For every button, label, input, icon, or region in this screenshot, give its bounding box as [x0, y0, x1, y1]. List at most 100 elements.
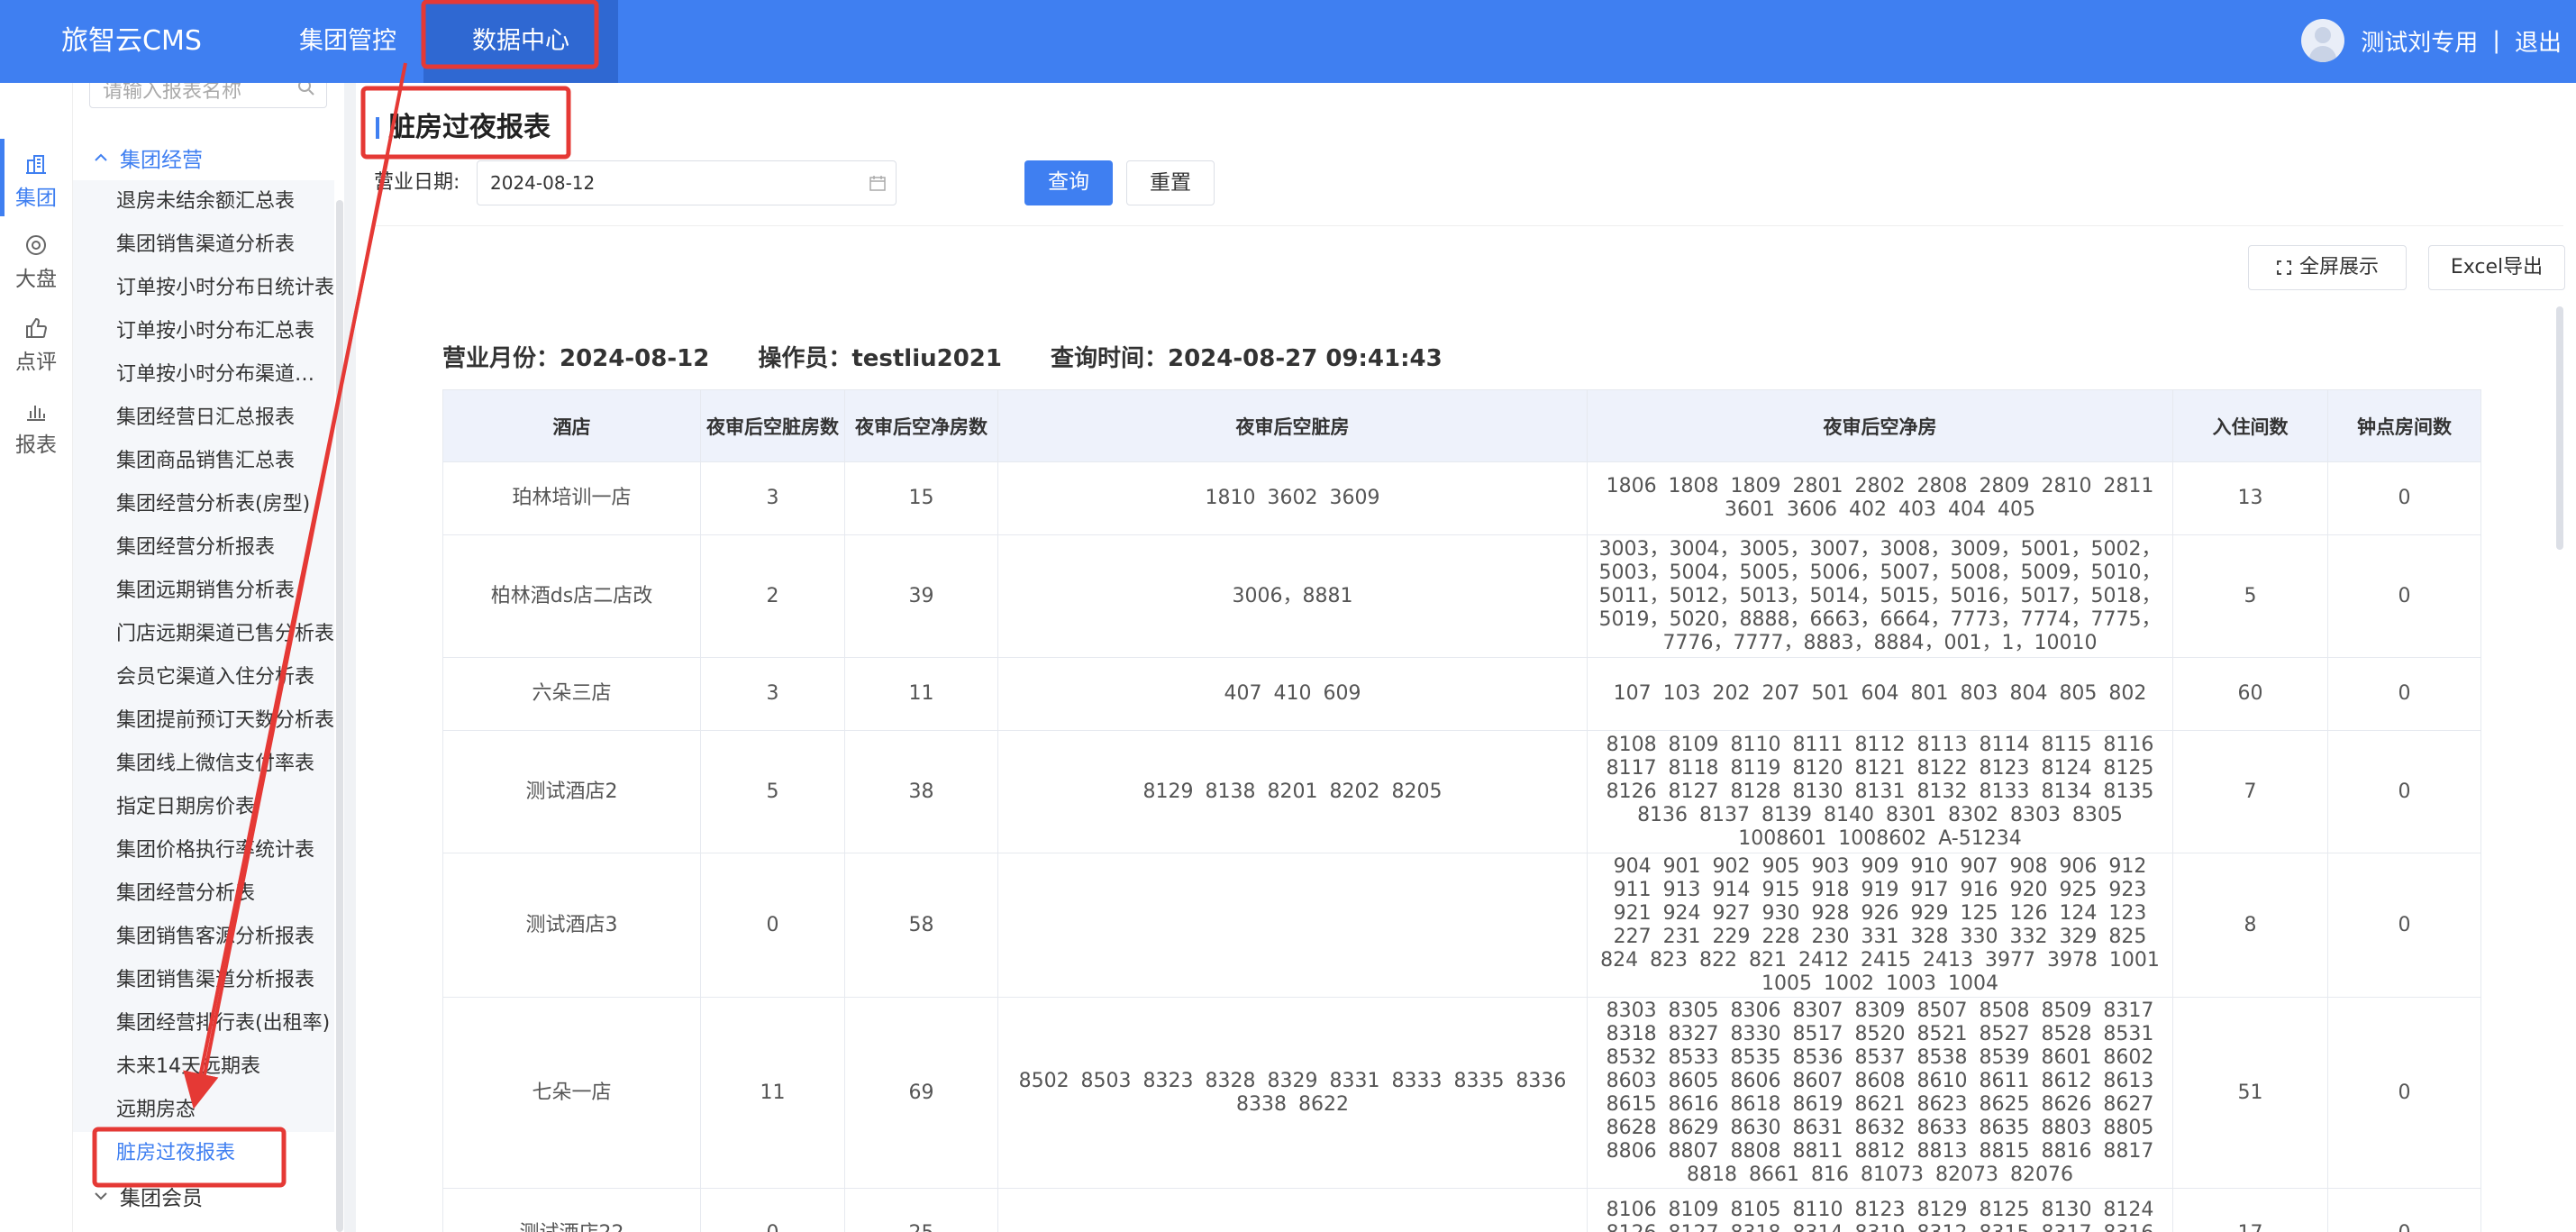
cell-hourly: 0: [2327, 853, 2481, 998]
business-date-input[interactable]: 2024-08-12: [477, 160, 897, 205]
menu-item[interactable]: 指定日期房价表: [73, 786, 334, 829]
menu-item[interactable]: 未来14天远期表: [73, 1045, 334, 1089]
meta-month: 营业月份：2024-08-12: [442, 345, 710, 372]
logout-link[interactable]: 退出: [2515, 24, 2562, 58]
menu-item[interactable]: 集团经营分析报表: [73, 526, 334, 570]
table-row: 七朵一店 11 69 8502 8503 8323 8328 8329 8331…: [442, 997, 2481, 1189]
menu-item[interactable]: 集团销售渠道分析表: [73, 224, 334, 267]
cell-dirty-rooms: 3006，8881: [997, 534, 1588, 658]
cell-clean-rooms: 8106 8109 8105 8110 8123 8129 8125 8130 …: [1587, 1188, 2173, 1232]
menu-group-label: 集团会员: [120, 1187, 203, 1210]
cell-clean-count: 38: [844, 730, 998, 853]
menu-item[interactable]: 集团价格执行率统计表: [73, 829, 334, 872]
menu-item[interactable]: 订单按小时分布渠道统计表: [73, 353, 334, 397]
menu-item[interactable]: 集团经营排行表(出租率): [73, 1002, 334, 1045]
menu-item[interactable]: 远期房态: [73, 1089, 334, 1132]
search-icon: [298, 83, 314, 96]
rail-item-group[interactable]: 集团: [0, 139, 72, 216]
content-scrollbar[interactable]: [2556, 306, 2563, 550]
col-dirty-count[interactable]: 夜审后空脏房数: [700, 389, 845, 462]
menu-item[interactable]: 门店远期渠道已售分析表: [73, 613, 334, 656]
menu-item[interactable]: 集团商品销售汇总表: [73, 440, 334, 483]
user-separator: |: [2492, 27, 2500, 54]
menu-item[interactable]: 集团线上微信支付率表: [73, 743, 334, 786]
rail-item-reports[interactable]: 报表: [0, 398, 72, 458]
cell-hourly: 0: [2327, 730, 2481, 853]
rail-label: 报表: [15, 433, 57, 457]
fullscreen-button[interactable]: 全屏展示: [2248, 245, 2407, 290]
menu-item[interactable]: 集团销售客源分析报表: [73, 916, 334, 959]
bar-chart-icon: [27, 406, 45, 421]
excel-export-button[interactable]: Excel导出: [2428, 245, 2565, 290]
nav-data-center[interactable]: 数据中心: [423, 0, 618, 83]
meta-query-time: 查询时间：2024-08-27 09:41:43: [1050, 345, 1443, 372]
rail-item-dashboard[interactable]: 大盘: [0, 233, 72, 292]
menu-item[interactable]: 集团经营分析表(房型): [73, 483, 334, 526]
cell-hotel: 七朵一店: [442, 997, 701, 1189]
report-search-input[interactable]: 请输入报表名称: [89, 83, 327, 108]
divider: [374, 225, 2563, 226]
cell-clean-count: 69: [844, 997, 998, 1189]
col-dirty-rooms[interactable]: 夜审后空脏房: [997, 389, 1588, 462]
chevron-up-icon: [95, 153, 107, 161]
cell-clean-count: 25: [844, 1188, 998, 1232]
user-name[interactable]: 测试刘专用: [2361, 24, 2478, 58]
cell-checkin: 7: [2172, 730, 2328, 853]
col-checkin[interactable]: 入住间数: [2172, 389, 2328, 462]
menu-scrollbar[interactable]: [336, 200, 343, 1232]
top-bar: 旅智云CMS 集团管控 数据中心 测试刘专用 | 退出: [0, 0, 2576, 83]
target-icon: [26, 235, 46, 255]
cell-clean-rooms: 3003，3004，3005，3007，3008，3009，5001，5002，…: [1587, 534, 2173, 658]
cell-hourly: 0: [2327, 534, 2481, 658]
menu-item[interactable]: 订单按小时分布日统计表: [73, 267, 334, 310]
menu-item[interactable]: 集团经营分析表: [73, 872, 334, 916]
cell-dirty-rooms: [997, 1188, 1588, 1232]
cell-clean-rooms: 1806 1808 1809 2801 2802 2808 2809 2810 …: [1587, 461, 2173, 535]
rail-item-reviews[interactable]: 点评: [0, 315, 72, 375]
nav-group-control[interactable]: 集团管控: [267, 0, 429, 83]
menu-item[interactable]: 会员它渠道入住分析表: [73, 656, 334, 699]
icon-rail: 集团 大盘 点评 报表: [0, 83, 72, 1232]
col-hotel[interactable]: 酒店: [442, 389, 701, 462]
menu-item-dirty-room-report[interactable]: 脏房过夜报表: [73, 1132, 334, 1175]
cell-checkin: 13: [2172, 461, 2328, 535]
cell-hourly: 0: [2327, 1188, 2481, 1232]
menu-item[interactable]: 集团远期销售分析表: [73, 570, 334, 613]
table-row: 测试酒店22 0 25 8106 8109 8105 8110 8123 812…: [442, 1188, 2481, 1232]
menu-group-members[interactable]: 集团会员: [93, 1181, 203, 1211]
page-title: 脏房过夜报表: [376, 110, 551, 146]
query-button[interactable]: 查询: [1024, 160, 1113, 205]
brand-logo[interactable]: 旅智云CMS: [61, 22, 202, 61]
cell-dirty-rooms: 1810 3602 3609: [997, 461, 1588, 535]
fullscreen-icon: [2277, 260, 2291, 275]
date-label: 营业日期:: [374, 171, 460, 194]
report-menu: 请输入报表名称 集团经营 退房未结余额汇总表 集团销售渠道分析表 订单按小时分布…: [72, 83, 344, 1232]
col-clean-count[interactable]: 夜审后空净房数: [844, 389, 998, 462]
avatar[interactable]: [2301, 19, 2345, 62]
cell-dirty-count: 0: [700, 853, 845, 998]
menu-item[interactable]: 订单按小时分布汇总表: [73, 310, 334, 353]
col-clean-rooms[interactable]: 夜审后空净房: [1587, 389, 2173, 462]
cell-dirty-count: 5: [700, 730, 845, 853]
report-table: 酒店 夜审后空脏房数 夜审后空净房数 夜审后空脏房 夜审后空净房 入住间数 钟点…: [442, 389, 2481, 1232]
cell-hotel: 柏林酒ds店二店改: [442, 534, 701, 658]
cell-clean-rooms: 8108 8109 8110 8111 8112 8113 8114 8115 …: [1587, 730, 2173, 853]
cell-dirty-rooms: 407 410 609: [997, 657, 1588, 731]
col-hourly[interactable]: 钟点房间数: [2327, 389, 2481, 462]
fullscreen-label: 全屏展示: [2298, 256, 2379, 278]
menu-item[interactable]: 集团经营日汇总报表: [73, 397, 334, 440]
menu-item[interactable]: 集团销售渠道分析报表: [73, 959, 334, 1002]
calendar-icon: [869, 176, 886, 191]
cell-dirty-count: 0: [700, 1188, 845, 1232]
menu-item[interactable]: 集团提前预订天数分析表: [73, 699, 334, 743]
cell-clean-count: 11: [844, 657, 998, 731]
rail-label: 集团: [15, 187, 57, 210]
menu-group-operations[interactable]: 集团经营: [93, 142, 203, 173]
meta-operator: 操作员：testliu2021: [758, 345, 1002, 372]
cell-clean-count: 15: [844, 461, 998, 535]
cell-checkin: 8: [2172, 853, 2328, 998]
reset-button[interactable]: 重置: [1126, 160, 1215, 205]
thumb-up-icon: [26, 317, 48, 338]
menu-item[interactable]: 退房未结余额汇总表: [73, 180, 334, 224]
table-row: 测试酒店2 5 38 8129 8138 8201 8202 8205 8108…: [442, 730, 2481, 853]
